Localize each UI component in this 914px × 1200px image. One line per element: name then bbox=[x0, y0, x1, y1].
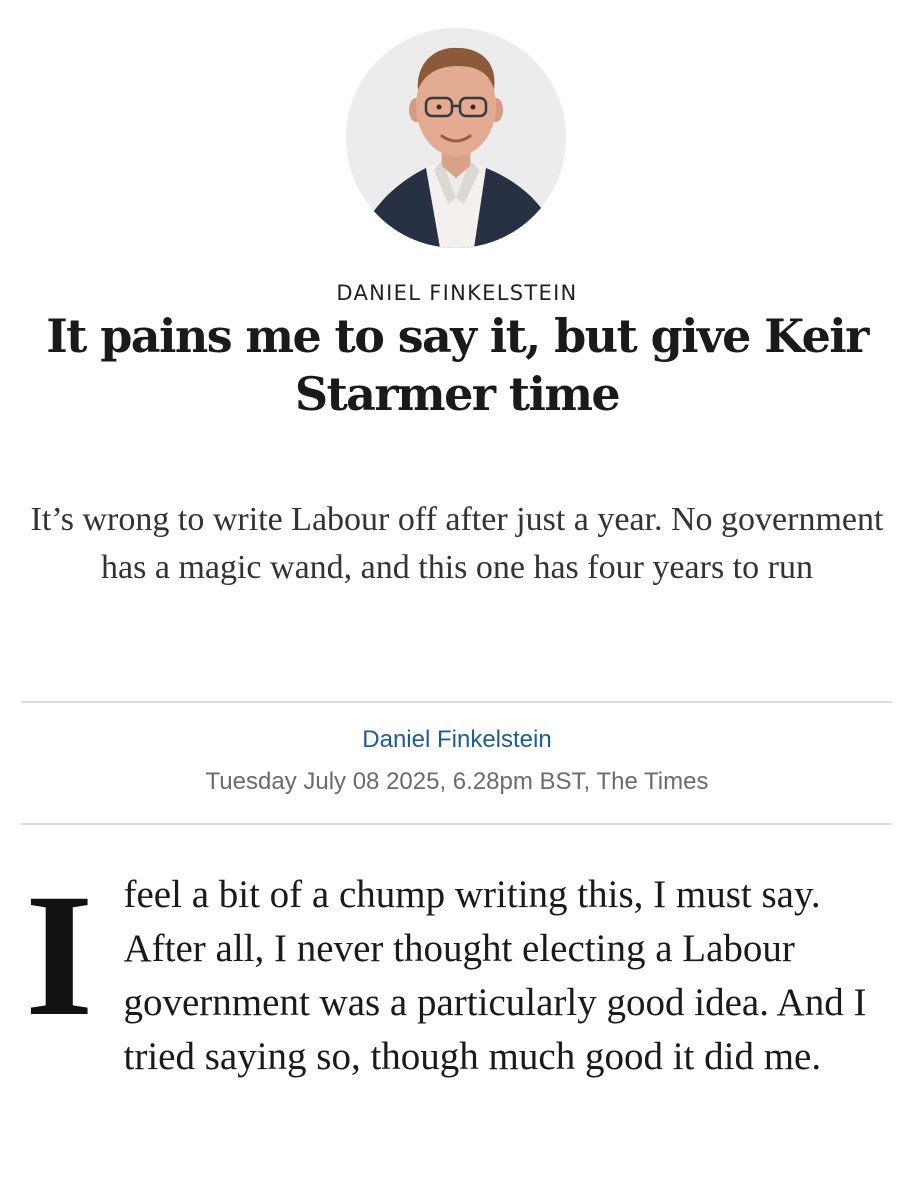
article-headline: It pains me to say it, but give Keir Sta… bbox=[46, 309, 869, 421]
article-standfirst: It’s wrong to write Labour off after jus… bbox=[30, 501, 884, 586]
article-body-paragraph: Ifeel a bit of a chump writing this, I m… bbox=[25, 868, 875, 1084]
author-avatar[interactable] bbox=[346, 28, 566, 248]
publish-dateline: Tuesday July 08 2025, 6.28pm BST, The Ti… bbox=[205, 768, 709, 795]
meta-divider-bottom bbox=[21, 823, 892, 825]
byline-link[interactable]: Daniel Finkelstein bbox=[0, 726, 914, 754]
paragraph-text: feel a bit of a chump writing this, I mu… bbox=[123, 873, 867, 1078]
article-page: DANIEL FINKELSTEIN It pains me to say it… bbox=[0, 0, 914, 1200]
drop-cap: I bbox=[25, 858, 94, 1053]
author-kicker[interactable]: DANIEL FINKELSTEIN bbox=[0, 281, 914, 305]
author-portrait-icon bbox=[346, 28, 566, 248]
meta-divider-top bbox=[21, 701, 892, 703]
